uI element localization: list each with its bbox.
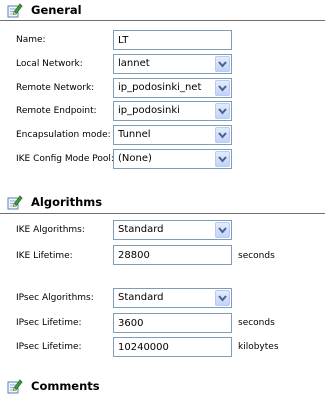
- ipsec-lifetime-kb-unit: kilobytes: [238, 342, 279, 352]
- encapsulation-mode-value: Tunnel: [118, 129, 151, 140]
- chevron-down-icon: [218, 61, 227, 68]
- section-header-algorithms: Algorithms: [0, 192, 325, 212]
- chevron-down-icon: [218, 132, 227, 139]
- remote-network-select[interactable]: ip_podosinki_net: [113, 78, 232, 98]
- ike-config-pool-dropdown-button[interactable]: [215, 151, 230, 167]
- ike-config-pool-label: IKE Config Mode Pool:: [16, 154, 114, 164]
- ike-algorithms-value: Standard: [118, 224, 164, 235]
- ike-lifetime-field[interactable]: [113, 245, 232, 265]
- ike-algorithms-select[interactable]: Standard: [113, 220, 232, 240]
- section-divider: [0, 20, 325, 21]
- ike-algorithms-dropdown-button[interactable]: [215, 222, 230, 238]
- encapsulation-mode-dropdown-button[interactable]: [215, 127, 230, 143]
- section-title-general: General: [31, 3, 82, 17]
- remote-network-label: Remote Network:: [16, 83, 95, 93]
- local-network-dropdown-button[interactable]: [215, 56, 230, 72]
- remote-endpoint-label: Remote Endpoint:: [16, 106, 97, 116]
- ike-lifetime-label: IKE Lifetime:: [16, 251, 73, 261]
- section-header-comments: Comments: [0, 376, 325, 396]
- local-network-value: lannet: [118, 58, 150, 69]
- ipsec-algorithms-value: Standard: [118, 292, 164, 303]
- name-field[interactable]: [113, 30, 232, 50]
- local-network-select[interactable]: lannet: [113, 54, 232, 74]
- section-header-general: General: [0, 0, 325, 20]
- ike-config-pool-select[interactable]: (None): [113, 149, 232, 169]
- name-label: Name:: [16, 35, 46, 45]
- chevron-down-icon: [218, 108, 227, 115]
- ipsec-algorithms-label: IPsec Algorithms:: [16, 293, 94, 303]
- ike-algorithms-label: IKE Algorithms:: [16, 225, 85, 235]
- remote-endpoint-value: ip_podosinki: [118, 105, 180, 116]
- ipsec-algorithms-dropdown-button[interactable]: [215, 290, 230, 306]
- local-network-label: Local Network:: [16, 59, 83, 69]
- section-divider: [0, 213, 325, 214]
- ipsec-lifetime-seconds-unit: seconds: [238, 318, 275, 328]
- encapsulation-mode-select[interactable]: Tunnel: [113, 125, 232, 145]
- chevron-down-icon: [218, 295, 227, 302]
- ike-lifetime-unit: seconds: [238, 251, 275, 261]
- remote-endpoint-dropdown-button[interactable]: [215, 103, 230, 119]
- chevron-down-icon: [218, 85, 227, 92]
- remote-endpoint-select[interactable]: ip_podosinki: [113, 101, 232, 121]
- ipsec-lifetime-kb-field[interactable]: [113, 337, 232, 357]
- ike-config-pool-value: (None): [118, 153, 152, 164]
- remote-network-value: ip_podosinki_net: [118, 82, 202, 93]
- ipsec-algorithms-select[interactable]: Standard: [113, 288, 232, 308]
- section-title-algorithms: Algorithms: [31, 195, 103, 209]
- ipsec-lifetime-seconds-field[interactable]: [113, 313, 232, 333]
- edit-note-icon: [7, 3, 23, 18]
- encapsulation-mode-label: Encapsulation mode:: [16, 130, 111, 140]
- chevron-down-icon: [218, 227, 227, 234]
- ipsec-lifetime-kb-label: IPsec Lifetime:: [16, 342, 82, 352]
- chevron-down-icon: [218, 156, 227, 163]
- ipsec-lifetime-seconds-label: IPsec Lifetime:: [16, 318, 82, 328]
- edit-note-icon: [7, 379, 23, 394]
- edit-note-icon: [7, 195, 23, 210]
- remote-network-dropdown-button[interactable]: [215, 80, 230, 96]
- section-title-comments: Comments: [31, 379, 100, 393]
